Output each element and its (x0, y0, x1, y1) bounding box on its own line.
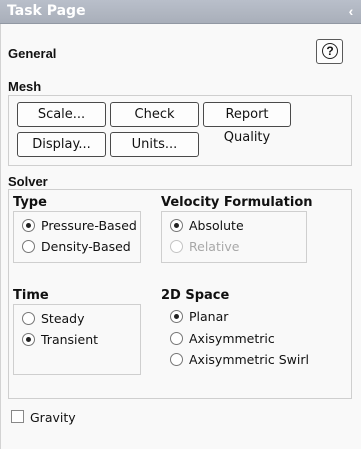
radio-label: Pressure-Based (41, 218, 137, 233)
report-quality-button[interactable]: Report Quality (203, 102, 291, 145)
radio-indicator[interactable] (22, 219, 35, 232)
radio-label: Absolute (189, 218, 244, 233)
mesh-heading: Mesh (8, 79, 42, 94)
general-heading: General (8, 46, 57, 61)
radio-label: Axisymmetric Swirl (189, 352, 309, 367)
radio-indicator[interactable] (170, 332, 183, 345)
radio-indicator (170, 240, 183, 253)
time-heading: Time (13, 288, 49, 303)
gravity-checkbox[interactable] (11, 410, 24, 423)
radio-indicator[interactable] (170, 219, 183, 232)
radio-indicator[interactable] (170, 310, 183, 323)
radio-label: Relative (189, 239, 240, 254)
type-heading: Type (13, 195, 47, 210)
gravity-label[interactable]: Gravity (30, 410, 76, 425)
radio-label: Transient (41, 332, 99, 347)
help-button[interactable]: ? (316, 39, 343, 64)
radio-indicator[interactable] (22, 312, 35, 325)
radio-label: Steady (41, 311, 85, 326)
display-button[interactable]: Display... (17, 132, 106, 157)
solver-heading: Solver (8, 174, 48, 189)
check-button[interactable]: Check (110, 102, 199, 127)
chevron-left-icon[interactable]: ‹ (345, 2, 357, 20)
task-page-titlebar: Task Page ‹ (0, 0, 361, 24)
radio-indicator[interactable] (22, 240, 35, 253)
task-page-title: Task Page (7, 3, 86, 19)
radio-label: Axisymmetric (189, 331, 275, 346)
velocity-formulation-heading: Velocity Formulation (161, 195, 313, 210)
scale-button[interactable]: Scale... (17, 102, 106, 127)
radio-indicator[interactable] (22, 333, 35, 346)
radio-label: Planar (189, 309, 229, 324)
space-2d-heading: 2D Space (161, 288, 230, 303)
help-icon: ? (322, 43, 338, 59)
radio-label: Density-Based (41, 239, 131, 254)
radio-indicator[interactable] (170, 353, 183, 366)
units-button[interactable]: Units... (110, 132, 199, 157)
